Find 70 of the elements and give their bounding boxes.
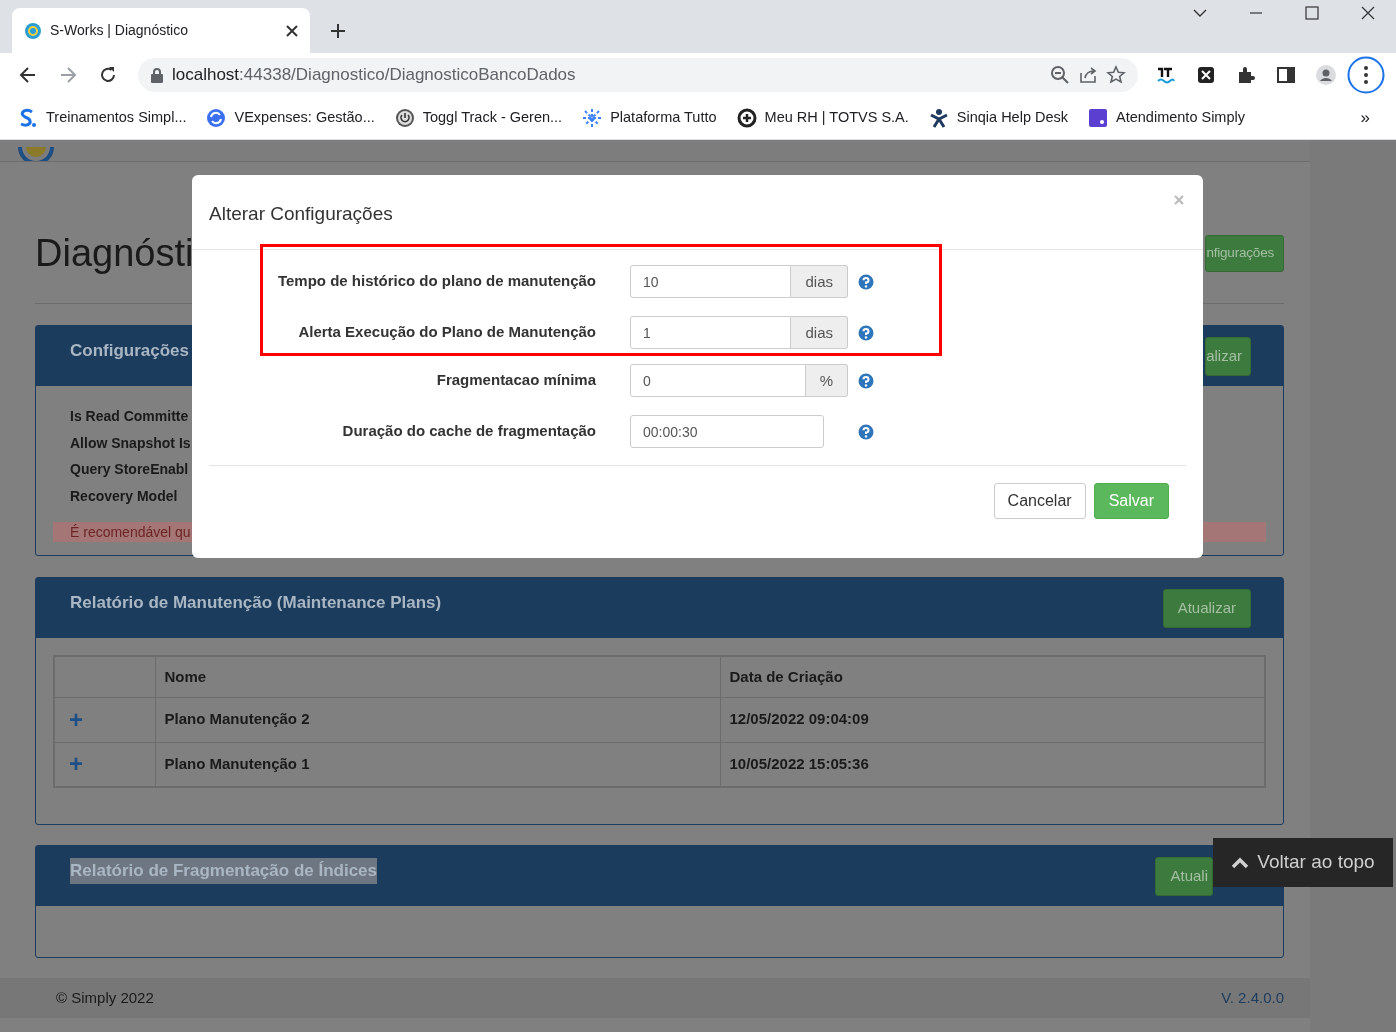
- copyright-text: © Simply 2022: [56, 987, 154, 1008]
- bookmark-item[interactable]: VExpenses: Gestão...: [206, 107, 375, 129]
- setting-label: Query StoreEnabl: [70, 460, 189, 479]
- browser-tab[interactable]: S-Works | Diagnóstico: [12, 8, 310, 53]
- forward-icon[interactable]: [58, 65, 78, 85]
- wave-extension-icon[interactable]: [1156, 65, 1176, 85]
- input-addon: %: [805, 364, 848, 397]
- bookmarks-overflow[interactable]: »: [1360, 105, 1370, 131]
- zoom-icon[interactable]: [1050, 65, 1070, 85]
- bookmark-item[interactable]: Treinamentos Simpl...: [18, 107, 187, 129]
- input-addon: dias: [791, 265, 848, 298]
- site-icon: [24, 21, 42, 40]
- close-icon[interactable]: [286, 24, 298, 37]
- figure-icon: [928, 108, 949, 128]
- input-field[interactable]: 0: [630, 364, 806, 397]
- setting-label: Is Read Committe: [70, 407, 189, 426]
- square-icon: [1088, 108, 1109, 128]
- sync-icon: [206, 108, 227, 128]
- back-to-top-button[interactable]: Voltar ao topo: [1213, 838, 1393, 887]
- input-addon: dias: [791, 316, 848, 349]
- plus-icon[interactable]: [330, 23, 346, 39]
- bookmark-item[interactable]: Atendimento Simply: [1088, 107, 1245, 129]
- asterisk-icon: [582, 108, 603, 128]
- tab-title: S-Works | Diagnóstico: [50, 21, 189, 40]
- close-icon[interactable]: [1360, 4, 1376, 21]
- url-text: localhost:44338/Diagnostico/DiagnosticoBancoDados: [172, 64, 577, 87]
- bookmark-item[interactable]: Plataforma Tutto: [582, 107, 717, 129]
- swirl-icon: [18, 108, 38, 128]
- power-icon: [394, 108, 415, 128]
- help-icon[interactable]: [858, 273, 874, 290]
- help-icon[interactable]: [858, 372, 874, 389]
- chevron-up-icon: [1231, 856, 1250, 869]
- ring-icon: [736, 108, 757, 128]
- help-icon[interactable]: [858, 324, 874, 341]
- bookmark-item[interactable]: Meu RH | TOTVS S.A.: [736, 107, 909, 129]
- panel-title: Configurações: [70, 340, 190, 362]
- field-label: Tempo de histórico do plano de manutenção: [276, 271, 596, 292]
- field-label: Alerta Execução do Plano de Manutenção: [297, 322, 596, 343]
- table-cell: Plano Manutenção 2: [155, 697, 720, 742]
- setting-label: Recovery Model: [70, 486, 178, 506]
- share-icon[interactable]: [1078, 65, 1098, 85]
- reload-icon[interactable]: [98, 65, 118, 85]
- spreadsheet-extension-icon[interactable]: [1196, 65, 1216, 85]
- back-icon[interactable]: [18, 65, 38, 85]
- page-title: Diagnósti: [35, 231, 194, 276]
- lock-icon: [150, 67, 164, 83]
- modal-title: Alterar Configurações: [209, 202, 393, 226]
- help-icon[interactable]: [858, 423, 874, 440]
- address-bar[interactable]: localhost:44338/Diagnostico/DiagnosticoBancoDados: [138, 58, 1138, 92]
- side-panel-icon[interactable]: [1276, 65, 1296, 85]
- panel-title: Relatório de Fragmentação de Índices: [70, 858, 378, 884]
- input-field[interactable]: 1: [630, 316, 792, 349]
- input-field[interactable]: 10: [630, 265, 792, 298]
- logo-drawing: [18, 147, 54, 161]
- bookmark-item[interactable]: Sinqia Help Desk: [928, 107, 1069, 129]
- puzzle-icon[interactable]: [1236, 65, 1256, 85]
- field-label: Fragmentacao mínima: [435, 370, 596, 391]
- cancel-button[interactable]: Cancelar: [993, 483, 1086, 519]
- maximize-icon[interactable]: [1304, 4, 1320, 21]
- panel-title: Relatório de Manutenção (Maintenance Plans): [70, 592, 442, 614]
- version-text: V. 2.4.0.0: [1221, 987, 1284, 1008]
- warning-message: É recomendável qu: [70, 524, 191, 540]
- star-icon[interactable]: [1106, 65, 1126, 85]
- setting-label: Allow Snapshot Is: [70, 433, 191, 453]
- field-label: Duração do cache de fragmentação: [341, 421, 596, 442]
- profile-icon[interactable]: [1316, 65, 1336, 85]
- bookmark-item[interactable]: Toggl Track - Geren...: [394, 107, 563, 129]
- column-header: Nome: [155, 656, 720, 697]
- menu-icon[interactable]: [1347, 56, 1385, 94]
- input-field[interactable]: 00:00:30: [630, 415, 824, 448]
